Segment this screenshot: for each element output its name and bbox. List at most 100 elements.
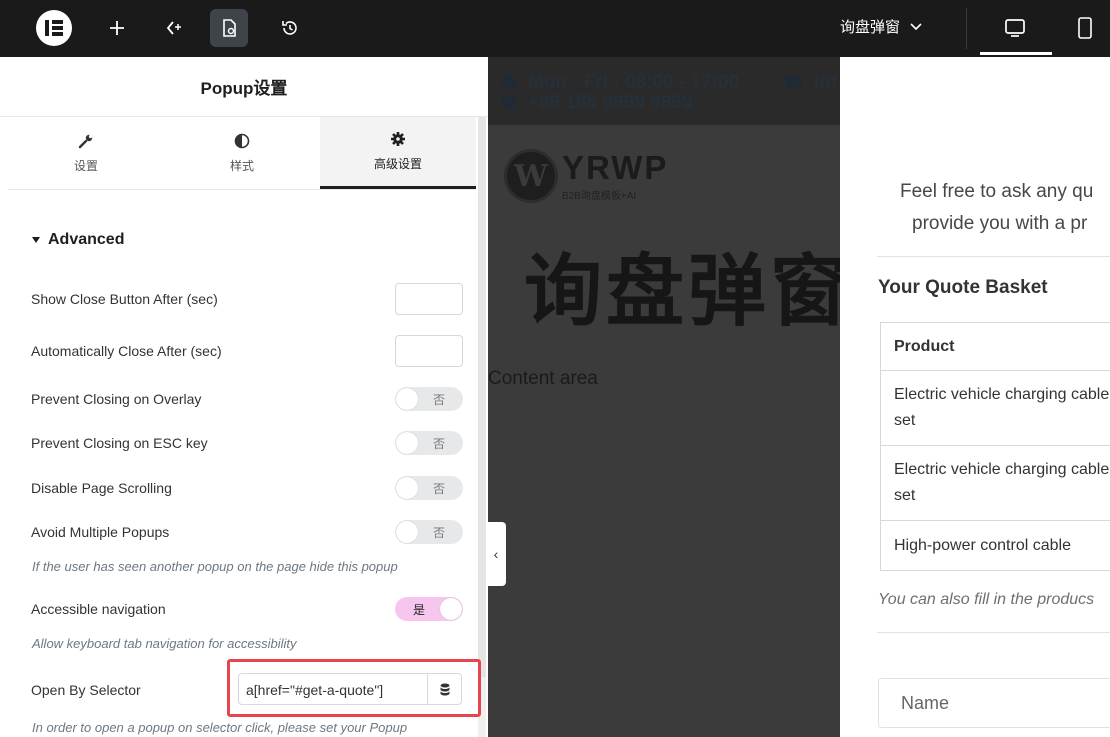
dynamic-tags-button[interactable] xyxy=(427,674,461,704)
quote-basket-title: Your Quote Basket xyxy=(878,277,1048,298)
popup-divider xyxy=(877,256,1110,257)
page-settings-button[interactable] xyxy=(210,9,248,47)
tab-advanced[interactable]: 高级设置 xyxy=(320,117,476,189)
tablet-view-button[interactable] xyxy=(1066,9,1104,47)
gear-icon xyxy=(390,131,406,147)
chevron-left-icon: ‹ xyxy=(493,546,499,562)
selector-value[interactable]: a[href="#get-a-quote"] xyxy=(239,674,427,704)
structure-icon xyxy=(166,21,181,35)
open-by-selector-label: Open By Selector xyxy=(31,682,141,698)
open-by-selector-input[interactable]: a[href="#get-a-quote"] xyxy=(238,673,462,705)
document-title-dropdown[interactable]: 询盘弹窗 xyxy=(840,16,922,37)
table-row: Electric vehicle charging cable set xyxy=(880,445,1110,521)
table-row: Electric vehicle charging cable set xyxy=(880,370,1110,446)
prevent-esc-label: Prevent Closing on ESC key xyxy=(31,435,208,451)
accessible-nav-hint: Allow keyboard tab navigation for access… xyxy=(32,636,297,651)
phone-number: +86 185 9999 9999 xyxy=(528,92,693,113)
auto-close-after-input[interactable] xyxy=(395,335,463,367)
prevent-overlay-toggle[interactable]: 否 xyxy=(395,387,463,411)
half-circle-icon xyxy=(234,133,250,149)
disable-scrolling-toggle[interactable]: 否 xyxy=(395,476,463,500)
popup-note: You can also fill in the producs xyxy=(878,591,1095,608)
database-icon xyxy=(440,683,449,695)
tab-style[interactable]: 样式 xyxy=(164,117,320,189)
table-header-row: Product xyxy=(880,322,1110,371)
panel-scrollbar[interactable] xyxy=(478,117,486,677)
prevent-esc-row: Prevent Closing on ESC key 否 xyxy=(31,431,463,455)
document-settings-icon xyxy=(223,19,236,37)
content-area: Content area xyxy=(488,368,598,389)
auto-close-after-label: Automatically Close After (sec) xyxy=(31,343,222,359)
prevent-esc-toggle[interactable]: 否 xyxy=(395,431,463,455)
chevron-down-icon xyxy=(910,22,922,30)
site-name: YRWP xyxy=(562,149,669,186)
panel-header: Popup设置 xyxy=(0,57,488,117)
open-by-selector-hint: In order to open a popup on selector cli… xyxy=(32,720,408,735)
name-input[interactable]: Name xyxy=(878,678,1110,728)
toggle-knob xyxy=(396,388,418,410)
business-hours: Mon - Fri : 08:00 - 17:00 xyxy=(528,72,740,93)
tab-settings[interactable]: 设置 xyxy=(8,117,164,189)
close-button-after-label: Show Close Button After (sec) xyxy=(31,291,218,307)
open-by-selector-row: Open By Selector xyxy=(31,682,181,698)
plus-icon xyxy=(110,21,124,35)
email-icon xyxy=(786,75,802,87)
disable-scrolling-row: Disable Page Scrolling 否 xyxy=(31,476,463,500)
quote-popup: Feel free to ask any qu provide you with… xyxy=(840,72,1110,737)
preview-info-bar: Mon - Fri : 08:00 - 17:00 inf +86 185 99… xyxy=(488,57,840,125)
product-cell: High-power control cable xyxy=(880,520,1110,571)
toggle-state: 否 xyxy=(432,437,445,451)
collapse-panel-button[interactable]: ‹ xyxy=(486,522,506,586)
elementor-logo-button[interactable] xyxy=(35,9,73,47)
popup-divider xyxy=(877,632,1110,633)
avoid-multiple-label: Avoid Multiple Popups xyxy=(31,524,170,540)
toggle-knob xyxy=(440,598,462,620)
wrench-icon xyxy=(78,133,94,149)
active-view-indicator xyxy=(980,52,1052,55)
elementor-logo-icon xyxy=(36,10,72,46)
toggle-state: 否 xyxy=(432,393,445,407)
avoid-multiple-toggle[interactable]: 否 xyxy=(395,520,463,544)
accessible-nav-toggle[interactable]: 是 xyxy=(395,597,463,621)
quote-basket-table: Product Electric vehicle charging cable … xyxy=(880,322,1110,571)
toggle-state: 否 xyxy=(432,482,445,496)
toggle-knob xyxy=(396,432,418,454)
product-column-header: Product xyxy=(880,322,1110,371)
desktop-icon xyxy=(1005,19,1025,37)
tab-settings-label: 设置 xyxy=(73,158,98,173)
close-button-after-row: Show Close Button After (sec) xyxy=(31,283,463,315)
caret-down-icon xyxy=(32,237,40,243)
tablet-icon xyxy=(1078,17,1092,39)
accessible-nav-row: Accessible navigation 是 xyxy=(31,597,463,621)
document-title: 询盘弹窗 xyxy=(840,19,901,36)
add-element-button[interactable] xyxy=(98,9,136,47)
toggle-knob xyxy=(396,477,418,499)
structure-button[interactable] xyxy=(155,9,193,47)
history-button[interactable] xyxy=(271,9,309,47)
top-bar: 询盘弹窗 xyxy=(0,0,1110,57)
toolbar-divider xyxy=(966,8,967,49)
close-button-after-input[interactable] xyxy=(395,283,463,315)
desktop-view-button[interactable] xyxy=(996,9,1034,47)
product-cell: Electric vehicle charging cable set xyxy=(880,445,1110,521)
table-row: High-power control cable xyxy=(880,520,1110,571)
history-icon xyxy=(282,21,297,35)
email-text: inf xyxy=(814,72,838,93)
advanced-section-toggle[interactable]: Advanced xyxy=(32,231,124,249)
preview-heading: 询盘弹窗 xyxy=(524,247,840,335)
wordpress-logo-icon: W xyxy=(504,149,558,203)
panel-tabs: 设置 样式 高级设置 xyxy=(8,117,476,190)
clock-icon xyxy=(502,75,516,89)
accessible-nav-label: Accessible navigation xyxy=(31,601,166,617)
avoid-multiple-row: Avoid Multiple Popups 否 xyxy=(31,520,463,544)
avoid-multiple-hint: If the user has seen another popup on th… xyxy=(32,559,398,574)
toggle-knob xyxy=(396,521,418,543)
prevent-overlay-label: Prevent Closing on Overlay xyxy=(31,391,202,407)
tab-style-label: 样式 xyxy=(229,158,254,173)
disable-scrolling-label: Disable Page Scrolling xyxy=(31,480,172,496)
advanced-section-title: Advanced xyxy=(48,231,125,248)
panel-title: Popup设置 xyxy=(200,79,288,98)
toggle-state: 否 xyxy=(432,526,445,540)
tab-advanced-label: 高级设置 xyxy=(373,157,422,171)
phone-icon xyxy=(502,95,516,109)
